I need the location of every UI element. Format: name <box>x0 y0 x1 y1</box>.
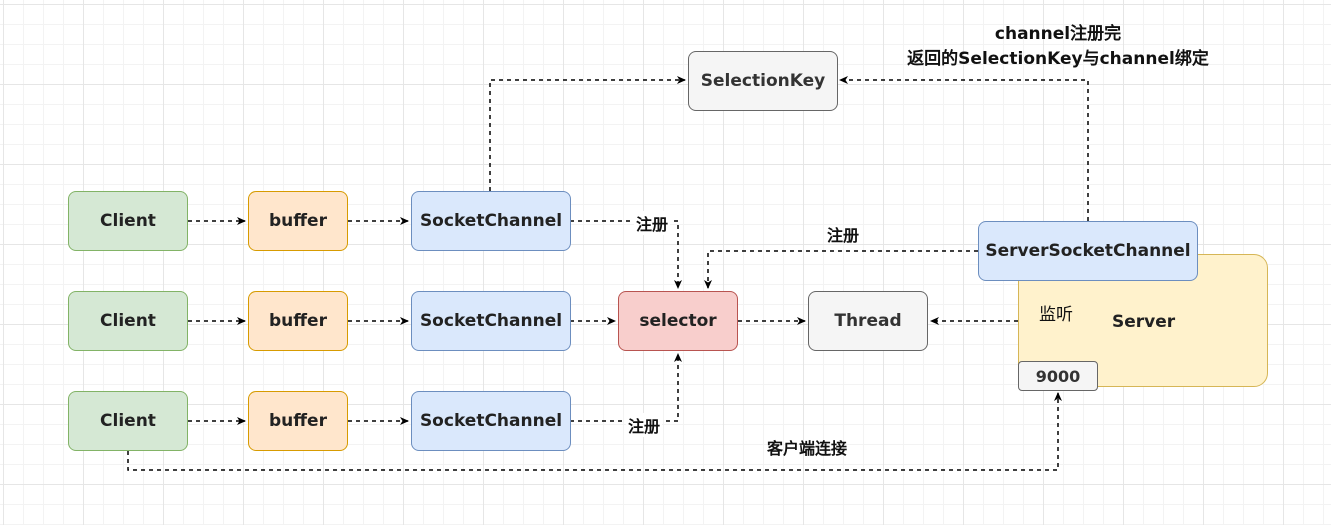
socketchannel-node-1: SocketChannel <box>411 191 571 251</box>
selectionkey-node: SelectionKey <box>688 51 838 111</box>
edge-socketchannel1-selectionkey <box>489 76 686 191</box>
socketchannel-node-2: SocketChannel <box>411 291 571 351</box>
selector-node: selector <box>618 291 738 351</box>
selectionkey-note-line1: channel注册完 <box>994 24 1122 44</box>
client-node-1: Client <box>68 191 188 251</box>
thread-node: Thread <box>808 291 928 351</box>
register-label-top: 注册 <box>634 211 671 235</box>
buffer-node-3: buffer <box>248 391 348 451</box>
socketchannel-node-3: SocketChannel <box>411 391 571 451</box>
client-node-2: Client <box>68 291 188 351</box>
selectionkey-note: channel注册完 返回的SelectionKey与channel绑定 <box>898 22 1218 72</box>
client-connect-label: 客户端连接 <box>767 439 848 458</box>
register-label-bottom: 注册 <box>626 413 663 437</box>
serversocketchannel-node: ServerSocketChannel <box>978 221 1198 281</box>
edge-socketchannel3-selector <box>570 353 682 422</box>
register-label-server: 注册 <box>827 226 860 245</box>
server-label: Server <box>1112 312 1176 332</box>
selectionkey-note-line2: 返回的SelectionKey与channel绑定 <box>907 49 1209 69</box>
edge-serversocketchannel-selectionkey <box>839 76 1089 221</box>
port-node: 9000 <box>1018 361 1098 391</box>
client-node-3: Client <box>68 391 188 451</box>
listen-label: 监听 <box>1039 300 1073 325</box>
buffer-node-2: buffer <box>248 291 348 351</box>
buffer-node-1: buffer <box>248 191 348 251</box>
edge-serversocketchannel-selector <box>704 250 978 289</box>
